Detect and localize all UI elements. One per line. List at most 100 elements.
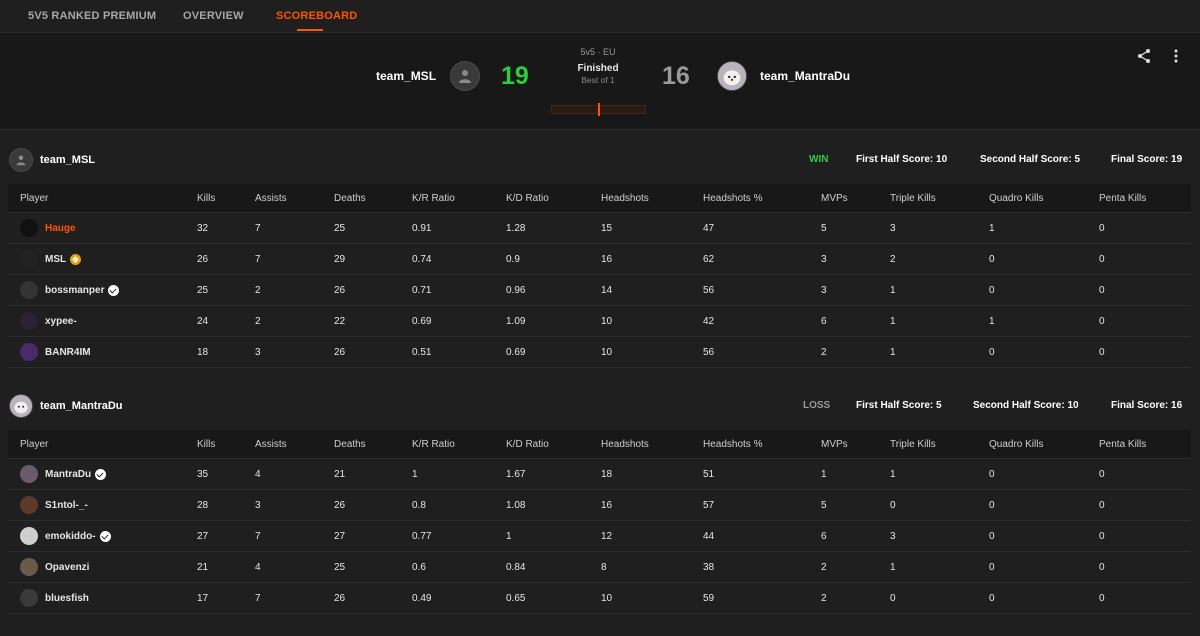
- column-header-quadro-kills[interactable]: Quadro Kills: [989, 430, 1043, 458]
- table-row: MSL 26 7 29 0.74 0.9 16 62 3 2 0 0: [8, 244, 1191, 275]
- column-header-deaths[interactable]: Deaths: [334, 184, 366, 212]
- team1-section-name[interactable]: team_MSL: [40, 154, 95, 166]
- cell-mvps: 2: [821, 561, 827, 573]
- cell-headshots-pct: 59: [703, 592, 715, 604]
- tab-5v5-ranked-premium[interactable]: 5V5 RANKED PREMIUM: [28, 10, 156, 22]
- cell-headshots: 15: [601, 222, 613, 234]
- cell-assists: 7: [255, 253, 261, 265]
- column-header-kd-ratio[interactable]: K/D Ratio: [506, 184, 549, 212]
- verified-badge-icon: [99, 530, 111, 542]
- column-header-mvps[interactable]: MVPs: [821, 430, 848, 458]
- cell-kills: 17: [197, 592, 209, 604]
- cell-kills: 27: [197, 530, 209, 542]
- player-name[interactable]: S1ntol-_-: [45, 500, 88, 511]
- cell-kd-ratio: 1: [506, 530, 512, 542]
- cell-mvps: 3: [821, 253, 827, 265]
- tab-scoreboard[interactable]: SCOREBOARD: [276, 10, 357, 22]
- share-icon[interactable]: [1136, 48, 1152, 69]
- cell-headshots: 10: [601, 315, 613, 327]
- active-tab-indicator: [297, 29, 323, 31]
- team1-avatar[interactable]: [450, 61, 480, 91]
- cell-quadro-kills: 0: [989, 346, 995, 358]
- cell-kills: 32: [197, 222, 209, 234]
- column-header-kills[interactable]: Kills: [197, 430, 215, 458]
- column-header-deaths[interactable]: Deaths: [334, 430, 366, 458]
- cell-headshots: 10: [601, 592, 613, 604]
- player-name[interactable]: Opavenzi: [45, 562, 89, 573]
- cell-kr-ratio: 0.51: [412, 346, 432, 358]
- player-name[interactable]: xypee-: [45, 316, 77, 327]
- cell-assists: 7: [255, 530, 261, 542]
- column-header-headshots[interactable]: Headshots: [601, 430, 649, 458]
- column-header-kr-ratio[interactable]: K/R Ratio: [412, 430, 455, 458]
- player-name[interactable]: emokiddo-: [45, 531, 96, 542]
- player-name[interactable]: BANR4IM: [45, 347, 91, 358]
- cell-deaths: 26: [334, 346, 346, 358]
- player-name[interactable]: MSL: [45, 254, 66, 265]
- player-avatar[interactable]: [20, 496, 38, 514]
- column-header-kr-ratio[interactable]: K/R Ratio: [412, 184, 455, 212]
- column-header-assists[interactable]: Assists: [255, 184, 287, 212]
- column-header-penta-kills[interactable]: Penta Kills: [1099, 184, 1146, 212]
- column-header-player[interactable]: Player: [20, 430, 48, 458]
- cell-kills: 25: [197, 284, 209, 296]
- column-header-player[interactable]: Player: [20, 184, 48, 212]
- more-vertical-icon[interactable]: [1168, 48, 1184, 69]
- column-header-headshots[interactable]: Headshots: [601, 184, 649, 212]
- column-header-triple-kills[interactable]: Triple Kills: [890, 430, 936, 458]
- cell-deaths: 27: [334, 530, 346, 542]
- column-header-penta-kills[interactable]: Penta Kills: [1099, 430, 1146, 458]
- cell-triple-kills: 1: [890, 346, 896, 358]
- player-cell: xypee-: [8, 306, 77, 336]
- team1-final-score: Final Score: 19: [1111, 154, 1183, 165]
- column-header-mvps[interactable]: MVPs: [821, 184, 848, 212]
- player-avatar[interactable]: [20, 219, 38, 237]
- tab-overview[interactable]: OVERVIEW: [183, 10, 244, 22]
- cell-deaths: 25: [334, 561, 346, 573]
- cell-penta-kills: 0: [1099, 315, 1105, 327]
- player-cell: bluesfish: [8, 583, 89, 613]
- player-name[interactable]: Hauge: [45, 223, 76, 234]
- team2-section-name[interactable]: team_MantraDu: [40, 400, 123, 412]
- cell-deaths: 22: [334, 315, 346, 327]
- column-header-kd-ratio[interactable]: K/D Ratio: [506, 430, 549, 458]
- team2-first-half-score: First Half Score: 5: [856, 400, 942, 411]
- team1-section-avatar[interactable]: [9, 148, 33, 172]
- cell-penta-kills: 0: [1099, 592, 1105, 604]
- player-name[interactable]: MantraDu: [45, 469, 91, 480]
- cell-penta-kills: 0: [1099, 284, 1105, 296]
- column-header-triple-kills[interactable]: Triple Kills: [890, 184, 936, 212]
- player-avatar[interactable]: [20, 465, 38, 483]
- team2-section-avatar[interactable]: [9, 394, 33, 418]
- column-header-headshots-pct[interactable]: Headshots %: [703, 184, 762, 212]
- player-name[interactable]: bluesfish: [45, 593, 89, 604]
- player-name[interactable]: bossmanper: [45, 285, 104, 296]
- player-avatar[interactable]: [20, 281, 38, 299]
- player-avatar[interactable]: [20, 589, 38, 607]
- timeline-marker: [598, 103, 600, 116]
- player-avatar[interactable]: [20, 527, 38, 545]
- team2-avatar[interactable]: [717, 61, 747, 91]
- column-header-assists[interactable]: Assists: [255, 430, 287, 458]
- team1-name[interactable]: team_MSL: [376, 69, 436, 83]
- cell-headshots-pct: 51: [703, 468, 715, 480]
- player-avatar[interactable]: [20, 558, 38, 576]
- column-header-quadro-kills[interactable]: Quadro Kills: [989, 184, 1043, 212]
- cell-deaths: 26: [334, 499, 346, 511]
- premium-badge-icon: [70, 253, 82, 265]
- team2-result-badge: LOSS: [803, 400, 831, 411]
- player-avatar[interactable]: [20, 250, 38, 268]
- table-row: S1ntol-_- 28 3 26 0.8 1.08 16 57 5 0 0 0: [8, 490, 1191, 521]
- cell-kd-ratio: 0.65: [506, 592, 526, 604]
- cell-assists: 2: [255, 284, 261, 296]
- table-row: emokiddo- 27 7 27 0.77 1 12 44 6 3 0 0: [8, 521, 1191, 552]
- team2-score: 16: [662, 62, 690, 90]
- round-timeline: [551, 103, 646, 116]
- column-header-kills[interactable]: Kills: [197, 184, 215, 212]
- player-avatar[interactable]: [20, 343, 38, 361]
- player-avatar[interactable]: [20, 312, 38, 330]
- column-header-headshots-pct[interactable]: Headshots %: [703, 430, 762, 458]
- cell-headshots: 16: [601, 499, 613, 511]
- cell-mvps: 6: [821, 530, 827, 542]
- team2-name[interactable]: team_MantraDu: [760, 69, 850, 83]
